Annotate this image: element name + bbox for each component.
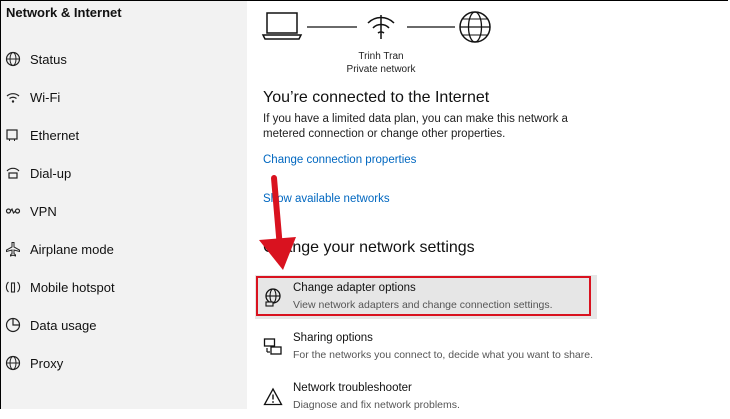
vpn-icon [5,207,21,214]
sidebar-item-label: VPN [30,204,57,219]
sidebar-item-wifi[interactable]: Wi-Fi [1,80,247,114]
sidebar-item-vpn[interactable]: VPN [1,194,247,228]
warning-icon [263,387,283,406]
globe-icon [5,355,21,371]
sidebar-item-label: Status [30,52,67,67]
change-connection-properties-link[interactable]: Change connection properties [263,154,416,166]
airplane-icon [6,242,20,257]
adapter-icon [265,288,281,307]
sharing-icon [263,338,282,355]
sidebar-item-status[interactable]: Status [1,42,247,76]
sidebar-item-data-usage[interactable]: Data usage [1,308,247,342]
connected-description: If you have a limited data plan, you can… [263,113,568,140]
sharing-options[interactable]: Sharing options For the networks you con… [255,325,597,369]
hotspot-icon [5,281,21,293]
sidebar-item-label: Wi-Fi [30,90,61,105]
option-title: Network troubleshooter [293,382,412,394]
network-type: Private network [346,64,416,75]
globe-icon [459,11,491,43]
red-arrow-annotation [259,175,296,270]
option-title: Change adapter options [293,282,416,294]
change-adapter-options[interactable]: Change adapter options View network adap… [255,275,597,319]
connected-heading: You’re connected to the Internet [263,89,490,106]
sidebar-item-label: Ethernet [30,128,80,143]
sidebar-item-dialup[interactable]: Dial-up [1,156,247,190]
main-content: Trinh Tran Private network You’re connec… [247,1,728,411]
option-description: Diagnose and fix network problems. [293,399,460,411]
sidebar-item-label: Airplane mode [30,242,114,257]
sidebar-item-label: Mobile hotspot [30,280,115,295]
laptop-icon [261,12,303,40]
option-description: For the networks you connect to, decide … [293,349,593,361]
network-name: Trinh Tran [358,51,404,62]
network-troubleshooter[interactable]: Network troubleshooter Diagnose and fix … [255,375,597,419]
option-title: Sharing options [293,332,373,344]
ethernet-icon [6,129,18,141]
sidebar-item-airplane-mode[interactable]: Airplane mode [1,232,247,266]
option-description: View network adapters and change connect… [293,299,553,311]
sidebar-item-label: Data usage [30,318,97,333]
sidebar-item-label: Dial-up [30,166,72,181]
sidebar: Network & Internet Status Wi-Fi Ethernet… [1,1,247,409]
sidebar-item-ethernet[interactable]: Ethernet [1,118,247,152]
dialup-icon [6,167,20,179]
sidebar-item-mobile-hotspot[interactable]: Mobile hotspot [1,270,247,304]
wifi-icon [6,93,20,103]
network-diagram [261,11,491,43]
wifi-icon [367,15,395,39]
data-usage-icon [5,317,21,333]
globe-icon [5,51,21,67]
sidebar-title: Network & Internet [6,5,122,20]
sidebar-item-proxy[interactable]: Proxy [1,346,247,380]
sidebar-item-label: Proxy [30,356,64,371]
